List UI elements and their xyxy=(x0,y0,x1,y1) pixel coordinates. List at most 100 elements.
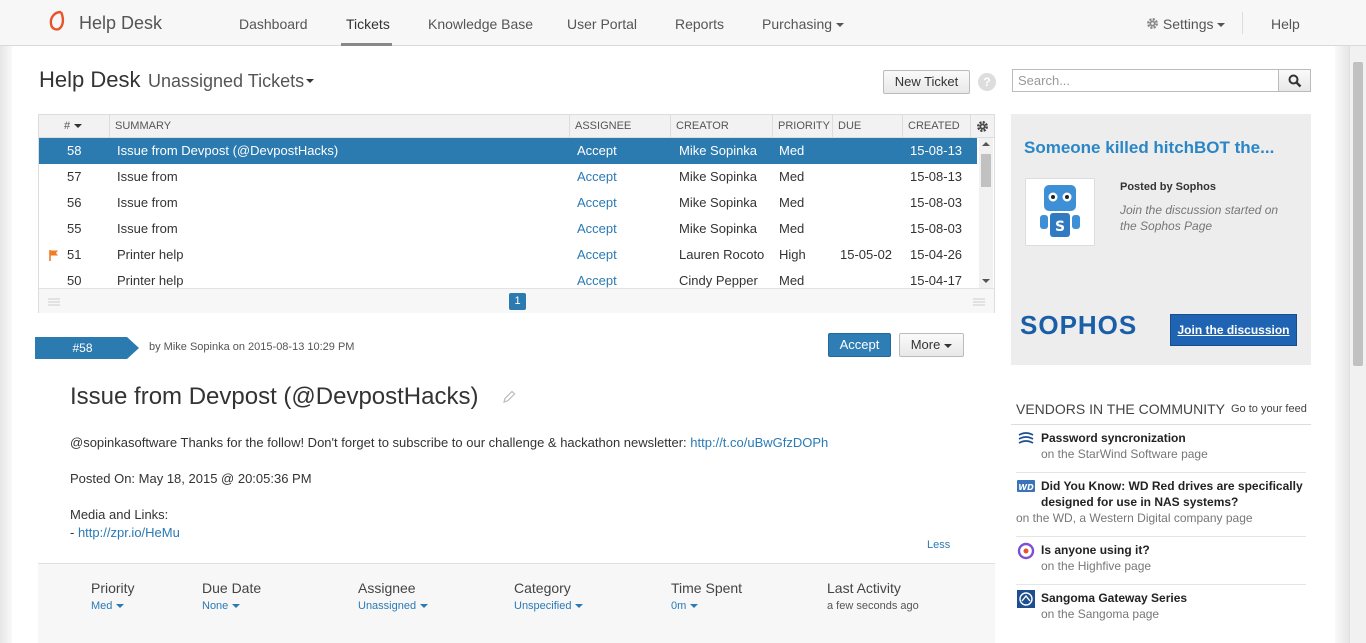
table-row[interactable]: 50 Printer help Accept Cindy Pepper Med … xyxy=(39,268,977,288)
nav-purchasing[interactable]: Purchasing xyxy=(762,16,845,32)
vendor-post-source[interactable]: on the StarWind Software page xyxy=(1041,447,1208,461)
ticket-created: 15-04-17 xyxy=(910,273,963,288)
starwind-icon xyxy=(1018,432,1034,444)
page-scrollbar[interactable] xyxy=(1349,46,1366,643)
ticket-byline: by Mike Sopinka on 2015-08-13 10:29 PM xyxy=(149,341,355,353)
join-discussion-button[interactable]: Join the discussion xyxy=(1170,314,1297,346)
ticket-creator: Lauren Rocoto xyxy=(679,247,765,262)
search-input[interactable]: Search... xyxy=(1012,69,1279,92)
page-title: Help Desk xyxy=(39,67,141,92)
media-link[interactable]: http://zpr.io/HeMu xyxy=(78,525,180,540)
accept-link[interactable]: Accept xyxy=(577,138,617,164)
less-link[interactable]: Less xyxy=(927,539,950,551)
nav-help[interactable]: Help xyxy=(1271,16,1300,32)
chevron-down-icon xyxy=(116,604,125,609)
edit-pencil-icon[interactable] xyxy=(503,390,516,403)
ticket-created: 15-08-03 xyxy=(910,221,963,236)
chevron-down-icon xyxy=(420,604,429,609)
view-selector[interactable]: Unassigned Tickets xyxy=(148,71,315,92)
posted-on: Posted On: May 18, 2015 @ 20:05:36 PM xyxy=(70,471,312,486)
table-row[interactable]: 51 Printer help Accept Lauren Rocoto Hig… xyxy=(39,242,977,268)
priority-dropdown[interactable]: Med xyxy=(91,600,125,612)
more-button[interactable]: More xyxy=(899,333,964,357)
due-date-dropdown[interactable]: None xyxy=(202,600,241,612)
gear-icon xyxy=(977,121,988,132)
column-header-priority[interactable]: PRIORITY xyxy=(773,115,833,138)
assignee-label: Assignee xyxy=(358,580,416,596)
column-header-assignee[interactable]: ASSIGNEE xyxy=(570,115,671,138)
new-ticket-button[interactable]: New Ticket xyxy=(883,70,970,94)
due-date-value: None xyxy=(202,600,229,612)
vendor-post-source[interactable]: on the Sangoma page xyxy=(1041,607,1159,621)
assignee-dropdown[interactable]: Unassigned xyxy=(358,600,429,612)
scroll-up-icon[interactable] xyxy=(982,141,990,147)
newsletter-link[interactable]: http://t.co/uBwGfzDOPh xyxy=(690,435,828,450)
go-to-feed-link[interactable]: Go to your feed xyxy=(1231,403,1307,415)
vendor-post-source[interactable]: on the WD, a Western Digital company pag… xyxy=(1016,511,1253,525)
nav-dashboard[interactable]: Dashboard xyxy=(239,16,308,32)
ticket-creator: Mike Sopinka xyxy=(679,143,758,158)
column-header-creator[interactable]: CREATOR xyxy=(671,115,773,138)
category-dropdown[interactable]: Unspecified xyxy=(514,600,584,612)
sophos-logo[interactable]: SOPHOS xyxy=(1020,310,1137,341)
accept-link[interactable]: Accept xyxy=(577,268,617,288)
brand-title[interactable]: Help Desk xyxy=(79,13,162,34)
highfive-icon xyxy=(1017,542,1035,560)
table-footer: 1 xyxy=(39,288,994,313)
last-activity-label: Last Activity xyxy=(827,580,901,596)
sort-desc-icon xyxy=(74,124,83,129)
table-row[interactable]: 57 Issue from Accept Mike Sopinka Med 15… xyxy=(39,164,977,190)
time-spent-dropdown[interactable]: 0m xyxy=(671,600,699,612)
vendor-separator xyxy=(1016,472,1306,473)
due-date-label: Due Date xyxy=(202,580,262,596)
page-scrollbar-thumb[interactable] xyxy=(1353,62,1363,366)
accept-link[interactable]: Accept xyxy=(577,164,617,190)
sponsored-ad: Someone killed hitchBOT the... S Posted … xyxy=(1011,114,1311,365)
vendor-post-title[interactable]: Is anyone using it? xyxy=(1041,542,1306,558)
svg-text:WD: WD xyxy=(1018,483,1034,492)
page-gutter-left xyxy=(0,46,12,643)
view-selector-label: Unassigned Tickets xyxy=(148,71,305,91)
table-scrollbar-thumb[interactable] xyxy=(981,154,991,187)
nav-knowledge-base[interactable]: Knowledge Base xyxy=(428,16,533,32)
table-row[interactable]: 56 Issue from Accept Mike Sopinka Med 15… xyxy=(39,190,977,216)
category-label: Category xyxy=(514,580,571,596)
column-header-id[interactable]: # xyxy=(39,115,110,138)
ticket-id: 55 xyxy=(67,221,82,236)
vendor-post-title[interactable]: Sangoma Gateway Series xyxy=(1041,590,1306,606)
pagination-page-1[interactable]: 1 xyxy=(509,293,526,310)
resize-handle-icon[interactable] xyxy=(973,298,985,306)
column-header-summary[interactable]: SUMMARY xyxy=(110,115,570,138)
wd-icon: WD xyxy=(1017,480,1035,492)
vendor-post-title[interactable]: Password syncronization xyxy=(1041,430,1306,446)
priority-value: Med xyxy=(91,600,113,612)
nav-tickets[interactable]: Tickets xyxy=(346,16,390,32)
table-scrollbar[interactable] xyxy=(979,138,993,288)
media-label: Media and Links: xyxy=(70,507,169,522)
resize-handle-icon[interactable] xyxy=(48,298,60,306)
ad-headline[interactable]: Someone killed hitchBOT the... xyxy=(1024,138,1274,158)
ad-thumbnail[interactable]: S xyxy=(1025,178,1095,246)
column-header-created[interactable]: CREATED xyxy=(903,115,971,138)
ticket-priority: Med xyxy=(779,221,805,236)
ticket-due: 15-05-02 xyxy=(840,247,893,262)
vendor-post-source[interactable]: on the Highfive page xyxy=(1041,559,1151,573)
vendor-post-title[interactable]: Did You Know: WD Red drives are specific… xyxy=(1041,478,1306,510)
column-header-due[interactable]: DUE xyxy=(833,115,903,138)
accept-link[interactable]: Accept xyxy=(577,216,617,242)
chevron-down-icon xyxy=(306,79,315,83)
accept-button[interactable]: Accept xyxy=(828,333,891,357)
svg-text:S: S xyxy=(1055,219,1065,235)
nav-user-portal[interactable]: User Portal xyxy=(567,16,637,32)
chevron-down-icon xyxy=(690,604,699,609)
search-button[interactable] xyxy=(1278,69,1311,92)
table-row[interactable]: 55 Issue from Accept Mike Sopinka Med 15… xyxy=(39,216,977,242)
scroll-down-icon[interactable] xyxy=(982,278,990,284)
nav-settings[interactable]: Settings xyxy=(1146,16,1226,32)
nav-reports[interactable]: Reports xyxy=(675,16,724,32)
table-settings-button[interactable] xyxy=(971,115,994,138)
accept-link[interactable]: Accept xyxy=(577,242,617,268)
help-icon[interactable]: ? xyxy=(978,73,996,91)
table-row[interactable]: 58 Issue from Devpost (@DevpostHacks) Ac… xyxy=(39,138,977,164)
accept-link[interactable]: Accept xyxy=(577,190,617,216)
